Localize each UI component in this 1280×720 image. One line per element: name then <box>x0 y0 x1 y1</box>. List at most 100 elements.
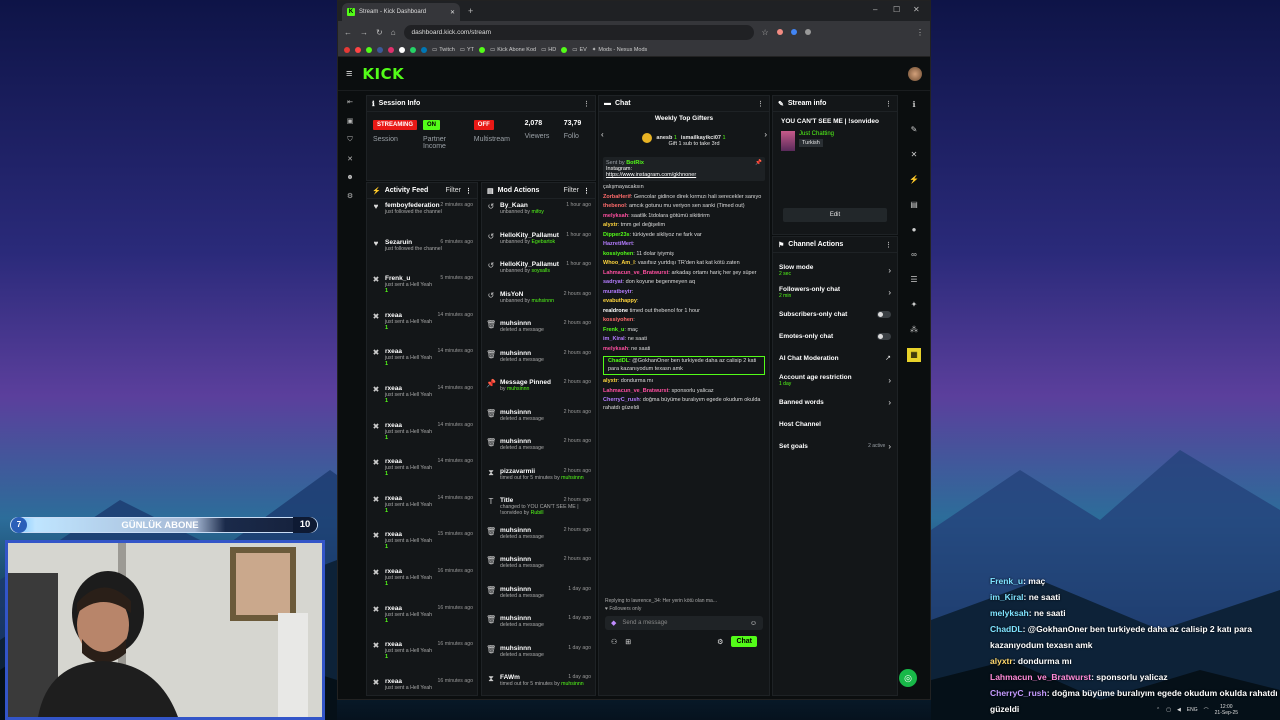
bookmark-icon[interactable] <box>377 46 383 53</box>
chat-message[interactable]: ChadDL: @GokhanOner ben turkiyede daha a… <box>603 356 765 375</box>
chat-username[interactable]: muratbeytr <box>603 289 632 295</box>
chat-message[interactable]: Whoo_Am_I: vasıfsız yurtdışı TR'den kat … <box>599 259 769 269</box>
kick-logo[interactable]: KICK <box>362 65 404 83</box>
filter-button[interactable]: Filter <box>563 187 579 194</box>
mod-target[interactable]: muhsinnn <box>500 409 531 416</box>
server-icon[interactable]: ☰ <box>907 273 921 287</box>
activity-item[interactable]: ✖ rxeaa 16 minutes ago just sent a Hell Yea… <box>367 602 477 639</box>
mod-action-item[interactable]: 🗑 muhsinnn 2 hours ago deleted a message <box>482 524 595 554</box>
activity-user[interactable]: rxeaa <box>385 568 402 575</box>
chat-message[interactable]: Lahmacun_ve_Bratwurst: sponsorlu yalicaz <box>599 387 769 397</box>
mod-target[interactable]: muhsinnn <box>500 556 531 563</box>
bookmark-hd[interactable]: ▭ HD <box>541 47 556 53</box>
pinned-link[interactable]: https://www.instagram.com/gkhnoner <box>606 172 762 178</box>
chat-message[interactable]: thebenol: amcık gotunu mu veriyon sen sa… <box>599 202 769 212</box>
activity-user[interactable]: rxeaa <box>385 495 402 502</box>
mod-target[interactable]: HelloKity_Pallamut <box>500 232 559 239</box>
chat-username[interactable]: thebenol <box>603 203 626 209</box>
clock[interactable]: 12:00 21-Sep-25 <box>1215 704 1238 716</box>
chat-username[interactable]: melyksah <box>603 346 628 352</box>
mod-action-item[interactable]: 🗑 muhsinnn 1 day ago deleted a message <box>482 583 595 613</box>
moderator-name[interactable]: muhsinnn <box>531 298 554 304</box>
bolt-icon[interactable]: ⚡ <box>907 173 921 187</box>
activity-item[interactable]: ✖ rxeaa 14 minutes ago just sent a Hell Yea… <box>367 309 477 346</box>
chat-message[interactable]: kossiyohen: <box>599 316 769 326</box>
filter-button[interactable]: Filter <box>445 187 461 194</box>
chat-message[interactable]: kossiyohen: 11 dolar iyiymiş <box>599 250 769 260</box>
activity-item[interactable]: ✖ Frenk_u 5 minutes ago just sent a Hell Ye… <box>367 272 477 309</box>
kebab-menu-icon[interactable]: ⋮ <box>757 100 764 108</box>
activity-item[interactable]: ✖ rxeaa 15 minutes ago just sent a Hell Yea… <box>367 528 477 565</box>
chat-message[interactable]: Dipper23s: türkiyede sikliyoz ne fark va… <box>599 231 769 241</box>
share-icon[interactable]: ⁂ <box>907 323 921 337</box>
activity-item[interactable]: ✖ rxeaa 14 minutes ago just sent a Hell Yea… <box>367 345 477 382</box>
mod-target[interactable]: HelloKity_Pallamut <box>500 261 559 268</box>
mod-target[interactable]: muhsinnn <box>500 438 531 445</box>
points-icon[interactable]: ⚇ <box>611 638 617 646</box>
channel-action-item[interactable]: Subscribers-only chat <box>773 303 897 325</box>
bookmark-star-icon[interactable]: ☆ <box>762 28 769 37</box>
chat-bubble-icon[interactable]: ● <box>907 223 921 237</box>
network-icon[interactable]: ▢ <box>1166 707 1171 713</box>
activity-item[interactable]: ♥ Sezaruin 6 minutes ago just followed the … <box>367 236 477 273</box>
chat-username[interactable]: Dipper23s <box>603 232 630 238</box>
menu-kebab-icon[interactable]: ⋮ <box>916 28 924 37</box>
back-icon[interactable]: ← <box>344 28 352 37</box>
tools-icon[interactable]: ✕ <box>347 155 353 163</box>
mod-target[interactable]: pizzavarmii <box>500 468 535 475</box>
chat-send-button[interactable]: Chat <box>731 636 757 647</box>
chat-username[interactable]: ZorbaHerif <box>603 194 631 200</box>
user-avatar[interactable] <box>908 66 922 81</box>
mod-target[interactable]: muhsinnn <box>500 615 531 622</box>
bookmark-ev[interactable]: ▭ EV <box>572 47 587 53</box>
pin-icon[interactable]: 📌 <box>755 160 762 166</box>
mod-target[interactable]: muhsinnn <box>500 350 531 357</box>
chat-username[interactable]: CherryC_rush <box>603 397 640 403</box>
chat-message[interactable]: Frenk_u: maç <box>599 326 769 336</box>
mod-target[interactable]: muhsinnn <box>500 320 531 327</box>
minimize-icon[interactable]: – <box>873 5 877 14</box>
info-icon[interactable]: ℹ <box>907 98 921 112</box>
moderator-name[interactable]: soysalls <box>531 268 549 274</box>
chat-message[interactable]: Lahmacun_ve_Bratwurst: arkadaş ortamı ha… <box>599 269 769 279</box>
support-chat-icon[interactable]: ◎ <box>899 669 917 687</box>
mod-target[interactable]: FAWm <box>500 674 520 681</box>
new-tab-icon[interactable]: + <box>468 6 473 16</box>
chat-message[interactable]: melyksah: ne saati <box>599 345 769 355</box>
bookmark-icon[interactable] <box>479 46 486 53</box>
tray-chevron-icon[interactable]: ⌃ <box>1156 707 1160 713</box>
mod-action-item[interactable]: 🗑 muhsinnn 2 hours ago deleted a message <box>482 347 595 377</box>
chat-message[interactable]: sadryat: don koyune begenmeyen aq <box>599 278 769 288</box>
chat-message[interactable]: alyxtr: dondurma mı <box>599 377 769 387</box>
activity-user[interactable]: Frenk_u <box>385 275 410 282</box>
bookmark-icon[interactable] <box>344 46 350 53</box>
extension-icon[interactable] <box>790 29 797 35</box>
bookmark-icon[interactable] <box>561 46 568 53</box>
emote-picker-icon[interactable]: ◆ <box>611 619 616 627</box>
activity-item[interactable]: ✖ rxeaa 16 minutes ago just sent a Hell Yea… <box>367 675 477 695</box>
bookmark-icon[interactable] <box>355 46 361 53</box>
moderator-name[interactable]: muhsinnn <box>561 681 584 687</box>
mod-action-item[interactable]: 🗑 muhsinnn 1 day ago deleted a message <box>482 612 595 642</box>
chat-message[interactable]: evabuthappy: <box>599 297 769 307</box>
chat-message[interactable]: im_Kiral: ne saati <box>599 335 769 345</box>
toggle-switch[interactable] <box>877 332 891 340</box>
chat-message[interactable]: realdrone timed out thebenol for 1 hour <box>599 307 769 317</box>
channel-action-item[interactable]: Host Channel <box>773 413 897 435</box>
kebab-menu-icon[interactable]: ⋮ <box>583 187 590 195</box>
pencil-icon[interactable]: ✎ <box>907 123 921 137</box>
mod-action-item[interactable]: ⧗ FAWm 1 day ago timed out for 5 minutes by… <box>482 671 595 695</box>
url-input[interactable]: dashboard.kick.com/stream <box>403 24 754 40</box>
channel-action-item[interactable]: Emotes-only chat <box>773 325 897 347</box>
chat-message[interactable]: ZorbaHerif: Gencolar gidince direk kırmı… <box>599 193 769 203</box>
mod-action-item[interactable]: ↺ HelloKity_Pallamut 1 hour ago unbanned by… <box>482 258 595 288</box>
hamburger-menu-icon[interactable]: ≡ <box>346 68 352 80</box>
activity-user[interactable]: rxeaa <box>385 385 402 392</box>
chat-message[interactable]: alyxtr: tmm gel değişelim <box>599 221 769 231</box>
bookmark-nexus-mods[interactable]: ✦ Mods - Nexus Mods <box>592 47 648 53</box>
bookmark-icon[interactable] <box>399 46 405 53</box>
chat-username[interactable]: alyxtr <box>603 222 618 228</box>
tools-icon[interactable]: ✕ <box>907 148 921 162</box>
send-message-input[interactable]: Send a message <box>622 620 667 626</box>
chat-username[interactable]: ChadDL <box>608 358 629 364</box>
